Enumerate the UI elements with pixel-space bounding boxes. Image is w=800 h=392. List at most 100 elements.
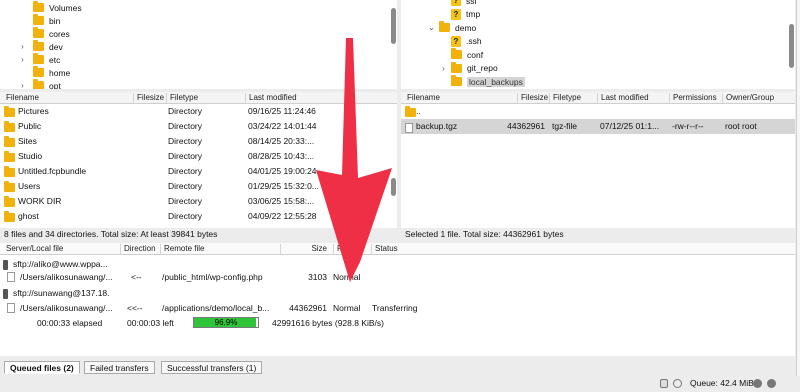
col-owner-group[interactable]: Owner/Group — [722, 93, 774, 103]
tree-item-label: dev — [49, 41, 63, 52]
file-name: ghost — [18, 211, 39, 221]
file-modified: 01/29/25 15:32:0... — [248, 181, 319, 191]
col-filetype[interactable]: Filetype — [549, 93, 581, 103]
col-filename[interactable]: Filename — [404, 93, 440, 103]
tree-item[interactable]: ? .ssh — [451, 35, 482, 48]
file-row[interactable]: backup.tgz 44362961 tgz-file 07/12/25 01:1.… — [401, 119, 795, 134]
remote-tree-pane[interactable]: ? ssl? tmp ⌄ demo ? .ssh conf › git_repo local_bac… — [401, 0, 795, 89]
folder-icon — [33, 27, 44, 38]
col-last-modified[interactable]: Last modified — [597, 93, 649, 103]
tree-item[interactable]: conf — [451, 48, 483, 61]
tree-item[interactable]: local_backups — [451, 75, 525, 88]
tree-item[interactable]: › opt — [18, 79, 61, 89]
queue-direction: <-- — [131, 272, 142, 282]
col-size[interactable]: Size — [280, 244, 330, 254]
file-row[interactable]: WORK DIR Directory 03/06/25 15:58:... — [0, 194, 390, 209]
transfer-bytes: 42991616 bytes (928.8 KiB/s) — [272, 318, 384, 328]
file-type: Directory — [168, 121, 203, 131]
tree-item[interactable]: › etc — [18, 53, 60, 66]
remote-tree-scrollbar[interactable] — [789, 24, 794, 68]
col-filesize[interactable]: Filesize — [517, 93, 548, 103]
file-row[interactable]: Public Directory 03/24/22 14:01:44 — [0, 119, 390, 134]
folder-icon — [4, 136, 15, 147]
elapsed-time: 00:00:33 elapsed — [37, 318, 103, 328]
folder-icon — [4, 166, 15, 177]
col-filename[interactable]: Filename — [3, 93, 39, 103]
local-file-list[interactable]: Filename Filesize Filetype Last modified… — [0, 92, 397, 228]
folder-icon — [4, 106, 15, 117]
folder-icon — [33, 1, 44, 12]
tree-item[interactable]: home — [18, 66, 70, 79]
file-permissions: -rw-r--r-- — [672, 121, 704, 131]
tree-item-label: bin — [49, 15, 61, 26]
col-priority[interactable]: Priority — [333, 244, 362, 254]
file-row[interactable]: Pictures Directory 09/16/25 11:24:46 — [0, 104, 390, 119]
file-name: Untitled.fcpbundle — [18, 166, 87, 176]
indicator-icon — [767, 379, 776, 388]
tree-item[interactable]: ? ssl — [451, 0, 476, 7]
folder-icon — [4, 181, 15, 192]
settings-icon[interactable] — [673, 379, 682, 388]
tree-item-label: home — [49, 67, 71, 78]
file-modified: 04/01/25 19:00:24 — [248, 166, 317, 176]
file-modified: 07/12/25 01:1... — [600, 121, 660, 131]
folder-icon — [4, 211, 15, 222]
tree-item[interactable]: bin — [18, 14, 60, 27]
local-tree-scrollbar[interactable] — [391, 8, 396, 44]
file-row[interactable]: Users Directory 01/29/25 15:32:0... — [0, 179, 390, 194]
file-icon — [7, 272, 15, 282]
file-modified: 09/16/25 11:24:46 — [248, 106, 316, 116]
queue-local-file: /Users/alikosunawang/... — [20, 303, 113, 313]
chevron-icon[interactable]: › — [18, 55, 27, 64]
tree-item[interactable]: ⌄ demo — [427, 21, 476, 34]
chevron-icon[interactable]: › — [18, 42, 27, 51]
chevron-icon[interactable]: › — [18, 81, 27, 89]
transfer-progress-row: 00:00:33 elapsed 00:00:03 left 96.9% 429… — [0, 316, 795, 330]
tree-item-label: demo — [455, 22, 477, 33]
tab-failed-transfers[interactable]: Failed transfers — [84, 361, 155, 374]
queue-priority: Normal — [333, 303, 361, 313]
file-modified: 04/09/22 12:55:28 — [248, 211, 317, 221]
file-row[interactable]: Sites Directory 08/14/25 20:33:... — [0, 134, 390, 149]
col-direction[interactable]: Direction — [120, 244, 156, 254]
queue-status: Transferring — [372, 303, 418, 313]
file-row[interactable]: Untitled.fcpbundle Directory 04/01/25 19:0… — [0, 164, 390, 179]
remote-status-bar: Selected 1 file. Total size: 44362961 by… — [401, 228, 795, 241]
local-tree-pane[interactable]: Volumes bin cores › dev › etc home › opt — [0, 0, 397, 89]
tree-item-label: opt — [49, 80, 61, 90]
folder-icon — [451, 75, 462, 86]
queue-local-file: /Users/alikosunawang/... — [20, 272, 113, 282]
tree-item[interactable]: cores — [18, 27, 70, 40]
tree-item[interactable]: logs — [451, 88, 483, 89]
queue-server-row[interactable]: sftp://sunawang@137.18. — [3, 286, 110, 300]
queue-item-row[interactable]: /Users/alikosunawang/... <-- /public_htm… — [0, 270, 795, 284]
file-row[interactable]: ghost Directory 04/09/22 12:55:28 — [0, 209, 390, 224]
col-remote-file[interactable]: Remote file — [160, 244, 204, 254]
tree-item[interactable]: Volumes — [18, 1, 82, 14]
col-permissions[interactable]: Permissions — [669, 93, 717, 103]
col-filetype[interactable]: Filetype — [166, 93, 198, 103]
folder-icon — [439, 21, 450, 32]
tab-successful-transfers[interactable]: Successful transfers (1) — [161, 361, 263, 374]
tree-item[interactable]: › git_repo — [439, 61, 498, 75]
col-status[interactable]: Status — [371, 244, 398, 254]
file-row[interactable]: .. — [401, 104, 795, 119]
file-row[interactable]: Studio Directory 08/28/25 10:43:... — [0, 149, 390, 164]
tree-item[interactable]: ? tmp — [451, 8, 480, 21]
tree-item[interactable]: › dev — [18, 40, 63, 53]
col-filesize[interactable]: Filesize — [133, 93, 164, 103]
col-server-local-file[interactable]: Server/Local file — [3, 244, 63, 254]
tab-queued-files[interactable]: Queued files (2) — [4, 361, 80, 374]
remote-file-list[interactable]: Filename Filesize Filetype Last modified… — [401, 92, 795, 228]
col-last-modified[interactable]: Last modified — [245, 93, 297, 103]
queue-server-row[interactable]: sftp://aliko@www.wppa... — [3, 257, 108, 271]
file-modified: 08/14/25 20:33:... — [248, 136, 315, 146]
chevron-icon[interactable]: ⌄ — [427, 23, 436, 32]
file-type: Directory — [168, 181, 203, 191]
queue-item-row[interactable]: /Users/alikosunawang/... <<-- /applicati… — [0, 301, 795, 315]
transfer-queue[interactable]: Server/Local file Direction Remote file … — [0, 243, 795, 356]
local-list-scrollbar[interactable] — [391, 178, 396, 196]
file-type: Directory — [168, 211, 203, 221]
chevron-icon[interactable]: › — [439, 64, 448, 73]
server-label: sftp://aliko@www.wppa... — [13, 259, 108, 269]
